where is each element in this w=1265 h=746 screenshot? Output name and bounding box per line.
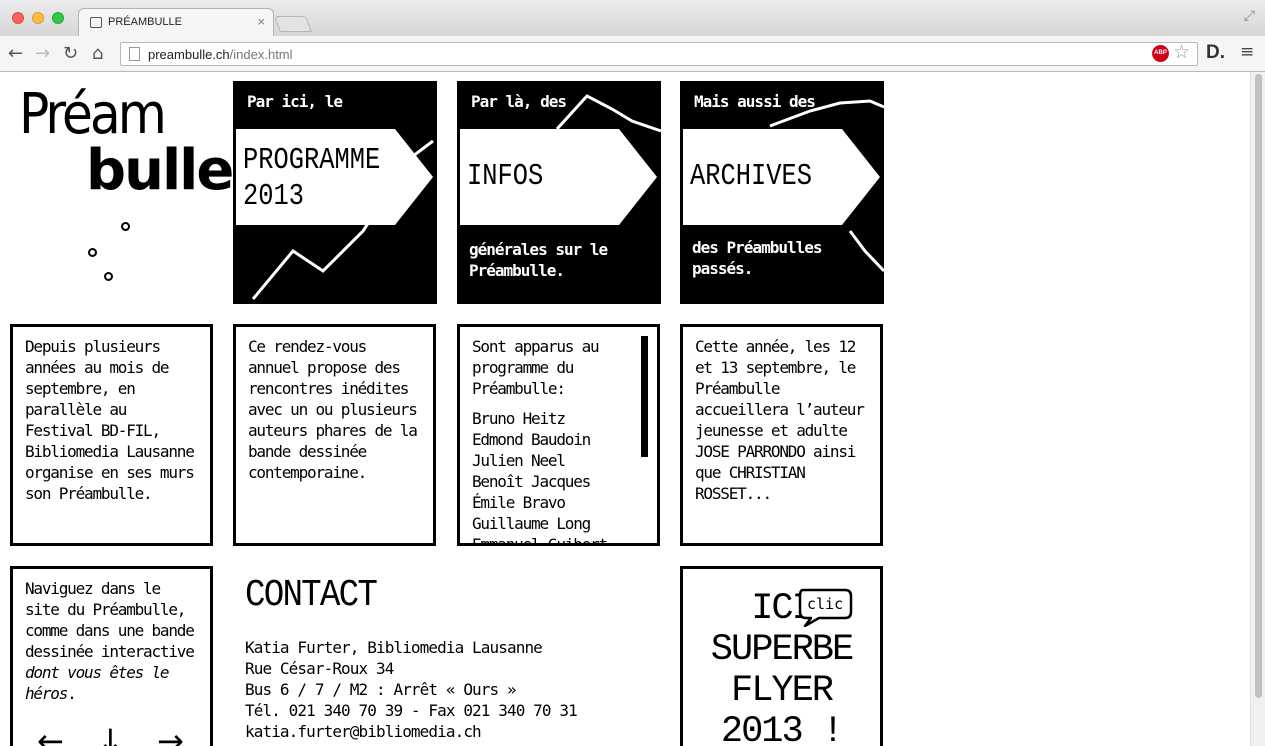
list-item: Edmond Baudoin — [472, 430, 591, 449]
contact-title: CONTACT — [245, 574, 378, 617]
browser-tab[interactable]: PRÉAMBULLE × — [78, 8, 274, 36]
flyer-line: SUPERBE — [710, 629, 854, 671]
minimize-window-button[interactable] — [32, 12, 44, 24]
flyer-line: FLYER — [730, 670, 834, 712]
flyer-line: 2013 ! — [720, 711, 844, 746]
tile-archives-top: Mais aussi des — [694, 92, 816, 111]
back-icon[interactable]: ← — [8, 43, 23, 64]
tab-title: PRÉAMBULLE — [108, 16, 182, 28]
url-host: preambulle.ch — [148, 47, 230, 62]
extension-icon[interactable]: D. — [1206, 42, 1225, 64]
tile-programme-title-line1: PROGRAMME — [243, 143, 381, 178]
tile-archives-bottom: des Préambulles passés. — [692, 237, 822, 279]
list-item: Julien Neel — [472, 451, 566, 470]
new-tab-button[interactable] — [274, 16, 312, 32]
author-list: Bruno Heitz Edmond Baudoin Julien Neel B… — [472, 408, 629, 546]
menu-icon[interactable]: ≡ — [1240, 42, 1254, 62]
arrow-left-icon[interactable]: ← — [37, 722, 64, 746]
list-item: Emmanuel Guibert — [472, 535, 608, 546]
adblock-icon[interactable]: ABP — [1152, 45, 1169, 62]
bubble-dot-icon — [121, 222, 130, 231]
tile-programme-title: PROGRAMME 2013 — [243, 143, 380, 215]
contact-line: Katia Furter, Bibliomedia Lausanne — [245, 638, 543, 657]
navigate-text-end: . — [67, 684, 77, 703]
window-titlebar: PRÉAMBULLE × ⤢ — [0, 0, 1265, 36]
tile-archives-bottom-line2: passés. — [692, 259, 753, 278]
url-path: /index.html — [229, 47, 293, 62]
logo-line-1[interactable]: Préam — [19, 84, 167, 146]
tile-infos-bottom-line1: générales sur le — [469, 240, 608, 259]
speech-bubble-favicon-icon — [90, 17, 102, 28]
page-scrollbar[interactable] — [1250, 72, 1265, 746]
url-text: preambulle.ch/index.html — [148, 47, 293, 62]
this-year-text: Cette année, les 12 et 13 septembre, le … — [695, 337, 865, 503]
home-icon[interactable]: ⌂ — [92, 43, 103, 64]
tile-infos-title: INFOS — [467, 159, 544, 194]
tile-programme-title-line2: 2013 — [243, 179, 305, 214]
address-bar[interactable]: preambulle.ch/index.html — [120, 42, 1198, 66]
bookmark-star-icon[interactable]: ☆ — [1173, 41, 1190, 63]
contact-line: Rue César-Roux 34 — [245, 659, 394, 678]
tile-infos[interactable]: Par là, des INFOS générales sur le Préam… — [457, 81, 661, 304]
browser-toolbar: ← → ↻ ⌂ preambulle.ch/index.html ABP ☆ D… — [0, 36, 1265, 72]
concept-text: Ce rendez-vous annuel propose des rencon… — [248, 337, 418, 482]
tile-programme-top: Par ici, le — [247, 92, 343, 111]
authors-intro: Sont apparus au programme du Préambulle: — [472, 337, 600, 398]
concept-box: Ce rendez-vous annuel propose des rencon… — [233, 324, 436, 546]
maximize-window-button[interactable] — [52, 12, 64, 24]
forward-icon[interactable]: → — [35, 43, 50, 64]
fullscreen-icon[interactable]: ⤢ — [1244, 8, 1255, 24]
tile-infos-bottom: générales sur le Préambulle. — [469, 239, 608, 281]
intro-text: Depuis plusieurs années au mois de septe… — [25, 337, 195, 503]
navigate-text-main: Naviguez dans le site du Préambulle, com… — [25, 579, 195, 661]
page-icon — [129, 47, 140, 61]
this-year-box: Cette année, les 12 et 13 septembre, le … — [680, 324, 883, 546]
scrollbar-thumb[interactable] — [1255, 74, 1262, 698]
tile-infos-top: Par là, des — [471, 92, 567, 111]
bubble-dot-icon — [104, 272, 113, 281]
list-item: Bruno Heitz — [472, 409, 566, 428]
bubble-dot-icon — [88, 248, 97, 257]
flyer-bubble-label[interactable]: clic — [807, 595, 843, 613]
tab-close-icon[interactable]: × — [257, 14, 265, 29]
tile-archives[interactable]: Mais aussi des ARCHIVES des Préambulles … — [680, 81, 884, 304]
navigate-text: Naviguez dans le site du Préambulle, com… — [25, 578, 202, 704]
reload-icon[interactable]: ↻ — [63, 43, 78, 64]
intro-box: Depuis plusieurs années au mois de septe… — [10, 324, 213, 546]
list-item: Émile Bravo — [472, 493, 566, 512]
contact-details: Katia Furter, Bibliomedia Lausanne Rue C… — [245, 637, 578, 742]
navigate-text-italic: dont vous êtes le héros — [25, 663, 170, 703]
tile-archives-bottom-line1: des Préambulles — [692, 238, 822, 257]
contact-email-link[interactable]: katia.furter@bibliomedia.ch — [245, 721, 577, 742]
contact-line: Bus 6 / 7 / M2 : Arrêt « Ours » — [245, 680, 517, 699]
tile-infos-bottom-line2: Préambulle. — [469, 261, 565, 280]
authors-content: Sont apparus au programme du Préambulle:… — [472, 336, 629, 546]
authors-box[interactable]: Sont apparus au programme du Préambulle:… — [457, 324, 660, 546]
close-window-button[interactable] — [12, 12, 24, 24]
arrow-right-icon[interactable]: → — [157, 722, 184, 746]
tile-programme[interactable]: Par ici, le PROGRAMME 2013 — [233, 81, 437, 304]
contact-line: Tél. 021 340 70 39 - Fax 021 340 70 31 — [245, 701, 578, 720]
list-item: Benoît Jacques — [472, 472, 591, 491]
tile-archives-title: ARCHIVES — [690, 159, 813, 194]
arrow-down-icon[interactable]: ↓ — [97, 722, 124, 746]
navigate-box: Naviguez dans le site du Préambulle, com… — [10, 566, 213, 746]
list-item: Guillaume Long — [472, 514, 591, 533]
logo-line-2[interactable]: bulle — [86, 140, 234, 202]
authors-scrollbar[interactable] — [641, 336, 648, 457]
